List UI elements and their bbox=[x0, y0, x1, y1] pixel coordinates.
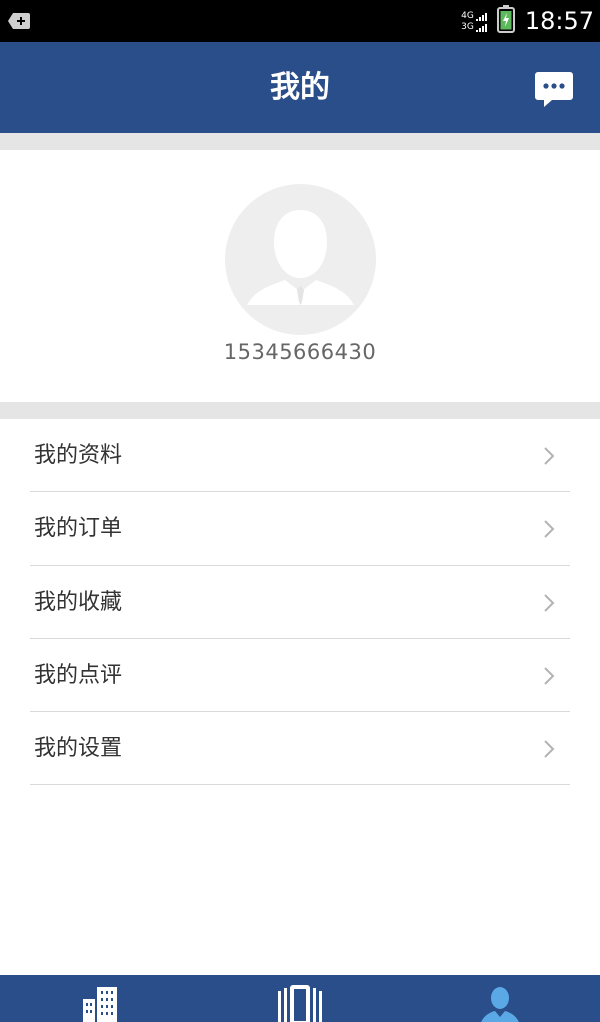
tab-discover[interactable] bbox=[200, 975, 400, 1022]
status-bar: 4G 3G 18:57 bbox=[0, 0, 600, 42]
buildings-icon bbox=[83, 987, 117, 1022]
signal-bars-icon bbox=[475, 23, 487, 32]
menu-item-favorites[interactable]: 我的收藏 bbox=[30, 566, 570, 639]
network-3g-label: 3G bbox=[461, 21, 474, 32]
menu-item-profile[interactable]: 我的资料 bbox=[30, 419, 570, 493]
chevron-right-icon bbox=[544, 520, 555, 539]
chevron-right-icon bbox=[544, 667, 555, 685]
page-title: 我的 bbox=[270, 70, 330, 105]
menu-item-label: 我的点评 bbox=[34, 662, 123, 688]
network-4g-label: 4G bbox=[461, 10, 474, 21]
menu-item-reviews[interactable]: 我的点评 bbox=[30, 639, 570, 713]
menu-item-label: 我的收藏 bbox=[34, 589, 123, 615]
tab-mine[interactable] bbox=[400, 975, 600, 1022]
tab-home[interactable] bbox=[0, 975, 200, 1022]
screen: 4G 3G 18:57 我的 15345666430 我的资料 我的订单 我的收… bbox=[0, 0, 600, 1022]
menu-item-label: 我的资料 bbox=[34, 443, 123, 468]
section-divider bbox=[0, 133, 600, 150]
notification-icon bbox=[8, 12, 30, 34]
battery-icon bbox=[496, 5, 515, 37]
chevron-right-icon bbox=[544, 593, 555, 612]
menu-item-label: 我的设置 bbox=[34, 736, 123, 762]
network-indicator: 4G 3G bbox=[461, 11, 487, 32]
signal-bars-icon bbox=[475, 12, 487, 21]
status-clock: 18:57 bbox=[524, 7, 594, 35]
chevron-right-icon bbox=[544, 447, 555, 465]
phone-number: 15345666430 bbox=[223, 340, 377, 364]
user-icon bbox=[481, 987, 519, 1022]
avatar[interactable] bbox=[225, 184, 376, 335]
menu-item-settings[interactable]: 我的设置 bbox=[30, 712, 570, 786]
chat-button[interactable] bbox=[534, 70, 574, 110]
menu-item-orders[interactable]: 我的订单 bbox=[30, 492, 570, 566]
profile-section: 15345666430 bbox=[0, 150, 600, 402]
default-avatar-icon bbox=[247, 210, 354, 305]
cards-icon bbox=[278, 985, 322, 1022]
chevron-right-icon bbox=[544, 740, 555, 758]
menu-item-label: 我的订单 bbox=[34, 516, 123, 542]
menu-list: 我的资料 我的订单 我的收藏 我的点评 我的设置 bbox=[0, 419, 600, 786]
section-divider bbox=[0, 402, 600, 419]
chat-bubble-icon bbox=[535, 72, 573, 107]
header-bar: 我的 bbox=[0, 42, 600, 133]
bottom-tab-bar bbox=[0, 975, 600, 1022]
